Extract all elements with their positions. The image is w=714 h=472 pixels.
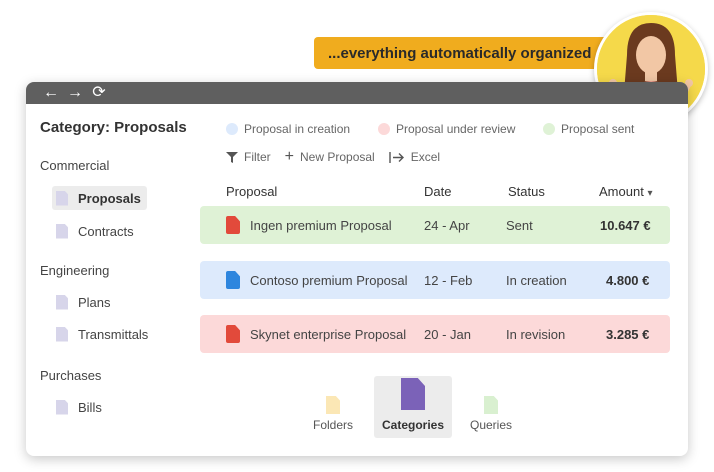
proposal-amount: 10.647 €: [600, 217, 651, 233]
proposal-date: 24 - Apr: [424, 217, 470, 233]
sidebar-item-label: Plans: [78, 294, 111, 310]
sidebar-item-bills[interactable]: Bills: [52, 395, 108, 419]
sidebar-item-label: Bills: [78, 399, 102, 415]
filter-icon: [226, 151, 238, 163]
review-dot-icon: [378, 123, 390, 135]
title-bar: ← → ⟳: [26, 82, 688, 104]
table-row[interactable]: Contoso premium Proposal 12 - Feb In cre…: [200, 261, 670, 299]
sidebar-item-contracts[interactable]: Contracts: [52, 219, 140, 243]
legend-label: Proposal sent: [561, 122, 635, 136]
legend-sent: Proposal sent: [543, 122, 634, 136]
document-icon: [56, 223, 68, 239]
view-label: Queries: [469, 418, 513, 432]
legend-in-creation: Proposal in creation: [226, 122, 350, 136]
pdf-file-icon: [226, 325, 240, 343]
reload-icon[interactable]: ⟳: [90, 85, 108, 101]
view-folders-button[interactable]: Folders: [294, 376, 372, 438]
proposal-amount: 3.285 €: [606, 326, 650, 342]
view-label: Categories: [381, 418, 445, 432]
query-icon: [484, 396, 498, 414]
table-row[interactable]: Skynet enterprise Proposal 20 - Jan In r…: [200, 315, 670, 353]
proposal-amount: 4.800 €: [606, 272, 650, 288]
proposal-name: Ingen premium Proposal: [250, 217, 392, 233]
column-header-date[interactable]: Date: [424, 184, 451, 199]
table-row[interactable]: Ingen premium Proposal 24 - Apr Sent 10.…: [200, 206, 670, 244]
sidebar-item-label: Transmittals: [78, 326, 149, 342]
proposal-name: Skynet enterprise Proposal: [250, 326, 407, 342]
docx-file-icon: [226, 271, 240, 289]
folder-icon: [326, 396, 340, 414]
sidebar-section-commercial[interactable]: Commercial: [40, 158, 109, 173]
column-header-amount[interactable]: Amount ▾: [599, 184, 652, 199]
toolbar: Filter + New Proposal Excel: [226, 148, 440, 165]
banner-text: ...everything automatically organized: [328, 44, 592, 62]
sent-dot-icon: [543, 123, 555, 135]
new-proposal-button[interactable]: + New Proposal: [284, 148, 375, 165]
forward-arrow-icon[interactable]: →: [66, 85, 84, 101]
sidebar-item-proposals[interactable]: Proposals: [52, 186, 147, 210]
new-proposal-label: New Proposal: [300, 150, 375, 164]
proposal-date: 12 - Feb: [424, 272, 473, 288]
legend-label: Proposal in creation: [244, 122, 351, 136]
pdf-file-icon: [226, 216, 240, 234]
excel-label: Excel: [410, 150, 441, 164]
column-header-proposal[interactable]: Proposal: [226, 184, 277, 199]
sidebar-item-plans[interactable]: Plans: [52, 290, 117, 314]
document-icon: [56, 294, 68, 310]
sidebar-section-engineering[interactable]: Engineering: [40, 263, 109, 278]
filter-button[interactable]: Filter: [226, 150, 271, 164]
legend-label: Proposal under review: [396, 122, 516, 136]
page-title: Category: Proposals: [40, 119, 187, 136]
proposal-status: In creation: [506, 272, 567, 288]
creation-dot-icon: [226, 123, 238, 135]
document-icon: [56, 190, 68, 206]
column-header-status[interactable]: Status: [508, 184, 545, 199]
sidebar-item-label: Contracts: [78, 223, 134, 239]
document-icon: [56, 326, 68, 342]
proposal-date: 20 - Jan: [424, 326, 471, 342]
category-icon: [401, 378, 425, 410]
promo-banner: ...everything automatically organized: [314, 37, 614, 69]
filter-label: Filter: [244, 150, 271, 164]
proposal-name: Contoso premium Proposal: [250, 272, 408, 288]
app-window: ← → ⟳ Category: Proposals Commercial Pro…: [26, 82, 688, 456]
view-label: Folders: [312, 418, 353, 432]
document-icon: [56, 399, 68, 415]
proposal-status: Sent: [506, 217, 533, 233]
amount-header-label: Amount: [599, 184, 644, 199]
sidebar-section-purchases[interactable]: Purchases: [40, 368, 101, 383]
view-queries-button[interactable]: Queries: [452, 376, 530, 438]
legend-under-review: Proposal under review: [378, 122, 515, 136]
back-arrow-icon[interactable]: ←: [42, 85, 60, 101]
plus-icon: +: [284, 148, 295, 165]
excel-export-button[interactable]: Excel: [389, 150, 440, 164]
sidebar-item-label: Proposals: [78, 190, 141, 206]
sort-desc-icon: ▾: [647, 188, 653, 199]
proposal-status: In revision: [506, 326, 566, 342]
export-icon: [389, 151, 404, 163]
view-categories-button[interactable]: Categories: [374, 376, 452, 438]
sidebar-item-transmittals[interactable]: Transmittals: [52, 322, 154, 346]
